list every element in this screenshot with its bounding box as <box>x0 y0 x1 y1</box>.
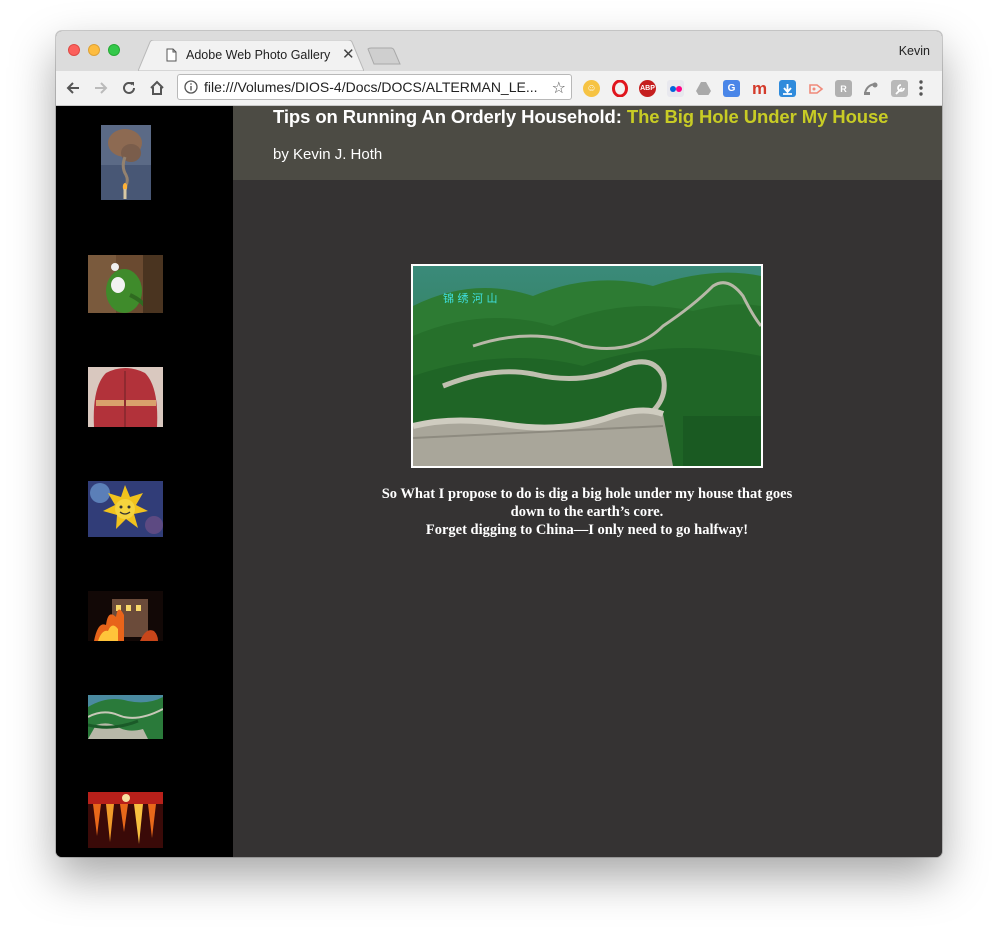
drive-icon[interactable] <box>695 80 712 97</box>
thumb-sunburned-back[interactable] <box>88 367 163 427</box>
flickr-icon[interactable] <box>667 80 684 97</box>
adblock-plus-icon[interactable]: ABP <box>639 80 656 97</box>
address-bar[interactable]: file:///Volumes/DIOS-4/Docs/DOCS/ALTERMA… <box>177 74 572 100</box>
title-accent: The Big Hole Under My House <box>626 106 889 127</box>
wrench-icon[interactable] <box>891 80 908 97</box>
title-main: Tips on Running An Orderly Household: <box>273 106 627 127</box>
forward-button[interactable] <box>91 78 111 98</box>
thumb-lava-cave[interactable] <box>88 792 163 848</box>
download-icon[interactable] <box>779 80 796 97</box>
tab-strip: Adobe Web Photo Gallery ✕ Kevin <box>56 31 942 71</box>
document-icon <box>166 48 177 62</box>
bookmark-star-icon[interactable]: ☆ <box>552 78 566 98</box>
thumb-burning-building[interactable] <box>88 591 163 641</box>
zoom-window-button[interactable] <box>108 44 120 56</box>
reload-button[interactable] <box>119 78 139 98</box>
thumbnail-sidebar <box>56 106 233 857</box>
browser-window: Adobe Web Photo Gallery ✕ Kevin file:///… <box>56 31 942 857</box>
page-byline: by Kevin J. Hoth <box>273 146 383 163</box>
translate-icon[interactable]: G <box>723 80 740 97</box>
browser-toolbar: file:///Volumes/DIOS-4/Docs/DOCS/ALTERMA… <box>56 71 942 106</box>
tab-active[interactable]: Adobe Web Photo Gallery ✕ <box>138 40 364 71</box>
main-photo-great-wall: 锦 绣 河 山 <box>411 264 763 468</box>
info-icon[interactable] <box>184 80 198 94</box>
caption-line-1: So What I propose to do is dig a big hol… <box>381 486 793 502</box>
thumb-great-wall[interactable] <box>88 695 163 739</box>
home-icon <box>150 80 164 95</box>
page-title: Tips on Running An Orderly Household: Th… <box>273 106 888 128</box>
close-window-button[interactable] <box>68 44 80 56</box>
forward-arrow-icon <box>95 82 108 94</box>
photo-overlay-text: 锦 绣 河 山 <box>443 291 498 305</box>
back-arrow-icon <box>66 82 79 94</box>
thumb-green-figure[interactable] <box>88 255 163 313</box>
opera-icon[interactable] <box>611 80 628 97</box>
menu-dots-icon[interactable] <box>918 79 924 97</box>
satellite-icon[interactable] <box>863 80 880 97</box>
reader-icon[interactable]: R <box>835 80 852 97</box>
tab-title: Adobe Web Photo Gallery <box>186 48 331 62</box>
m-icon[interactable]: m <box>751 79 768 98</box>
share-icon[interactable] <box>807 80 824 97</box>
photo-caption: So What I propose to do is dig a big hol… <box>327 485 847 539</box>
minimize-window-button[interactable] <box>88 44 100 56</box>
caption-line-3: Forget digging to China—I only need to g… <box>425 522 749 538</box>
page-header: Tips on Running An Orderly Household: Th… <box>233 106 942 180</box>
profile-name[interactable]: Kevin <box>899 44 930 58</box>
caption-line-2: down to the earth’s core. <box>510 504 664 520</box>
new-tab-button[interactable] <box>366 47 402 65</box>
reload-icon <box>123 81 135 94</box>
back-button[interactable] <box>63 78 83 98</box>
emoji-icon[interactable]: ☺ <box>583 80 600 97</box>
thumb-candle-smoke[interactable] <box>101 125 151 200</box>
url-text[interactable]: file:///Volumes/DIOS-4/Docs/DOCS/ALTERMA… <box>204 79 544 95</box>
page-viewport: Tips on Running An Orderly Household: Th… <box>56 106 942 857</box>
home-button[interactable] <box>147 78 167 98</box>
tab-close-icon[interactable]: ✕ <box>342 45 355 65</box>
thumb-sun-face[interactable] <box>88 481 163 537</box>
